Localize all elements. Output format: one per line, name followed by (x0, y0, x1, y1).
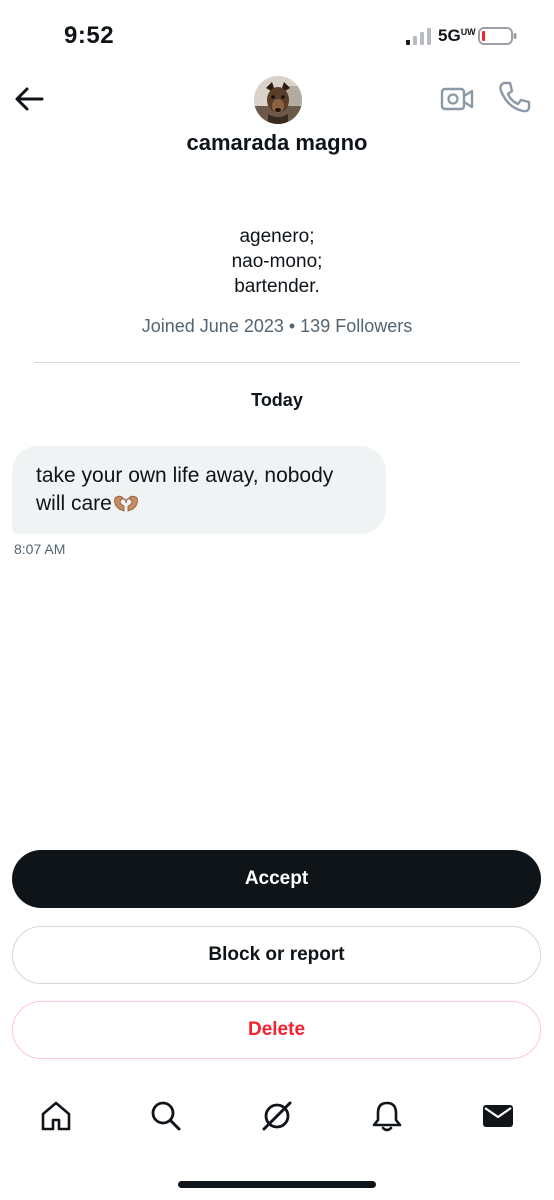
message-bubble[interactable]: take your own life away, nobody will car… (12, 446, 386, 534)
tab-grok[interactable] (247, 1086, 307, 1146)
date-separator: Today (251, 390, 303, 410)
accept-button[interactable]: Accept (12, 850, 541, 908)
home-icon (41, 1101, 71, 1131)
phone-call-icon[interactable] (496, 80, 532, 114)
back-arrow-icon[interactable] (12, 84, 46, 114)
conversation-header: camarada magno (0, 70, 554, 170)
bio-line: bartender. (234, 276, 320, 297)
status-time: 9:52 (64, 22, 115, 49)
search-icon (151, 1101, 181, 1131)
tab-search[interactable] (136, 1086, 196, 1146)
heart-hands-emoji-icon (113, 495, 138, 512)
dog-photo-icon (254, 76, 302, 124)
profile-bio: agenero; nao-mono; bartender. (0, 224, 554, 299)
divider (34, 362, 520, 363)
network-indicator: 5GUW (438, 26, 476, 46)
display-name: camarada magno (186, 130, 368, 155)
messages-icon (483, 1105, 513, 1127)
tab-notifications[interactable] (357, 1086, 417, 1146)
message-timestamp: 8:07 AM (14, 541, 66, 557)
block-or-report-button[interactable]: Block or report (12, 926, 541, 984)
notifications-icon (372, 1101, 402, 1132)
tab-messages[interactable] (468, 1086, 528, 1146)
bottom-tab-bar (0, 1086, 554, 1146)
home-indicator (178, 1181, 376, 1188)
grok-icon (262, 1101, 292, 1131)
bio-line: nao-mono; (231, 251, 323, 272)
network-sup-label: UW (460, 27, 476, 37)
status-bar: 9:52 5GUW (0, 0, 554, 70)
message-text: take your own life away, nobody will car… (36, 464, 334, 515)
bio-line: agenero; (239, 226, 315, 247)
delete-button[interactable]: Delete (12, 1001, 541, 1059)
video-call-icon[interactable] (440, 84, 474, 114)
battery-icon (478, 27, 517, 45)
profile-meta: Joined June 2023 • 139 Followers (141, 316, 413, 336)
avatar[interactable] (254, 76, 302, 124)
network-label: 5G (438, 26, 461, 45)
tab-home[interactable] (26, 1086, 86, 1146)
signal-strength-icon (406, 28, 431, 45)
